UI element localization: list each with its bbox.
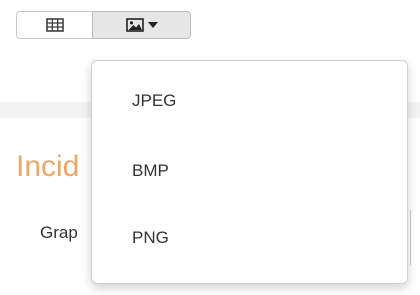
menu-item-png[interactable]: PNG [92,218,407,258]
view-toggle-group [16,11,191,41]
image-export-button[interactable] [92,11,191,39]
caret-down-icon [147,22,158,28]
section-subtext: Grap [40,223,78,242]
table-view-button[interactable] [16,11,93,39]
panel-edge-line [410,210,411,265]
section-heading: Incid [16,150,80,183]
table-grid-icon [45,18,64,32]
menu-item-bmp[interactable]: BMP [92,151,407,191]
menu-item-jpeg[interactable]: JPEG [92,81,407,121]
image-icon [125,18,144,32]
export-format-menu: JPEG BMP PNG [91,60,408,284]
